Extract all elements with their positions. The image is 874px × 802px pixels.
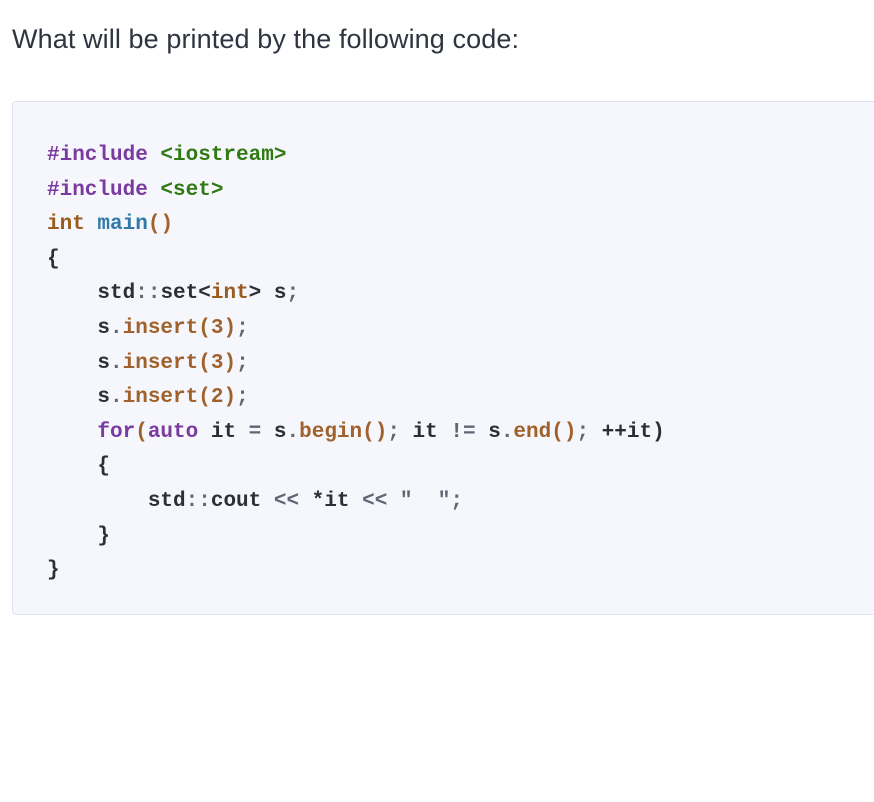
code-token: #include: [47, 144, 161, 167]
code-token: }: [47, 559, 60, 583]
code-token: ;: [236, 351, 249, 375]
code-token: (: [198, 316, 211, 340]
code-token: cout: [210, 489, 274, 513]
code-line: std::cout << *it << " ";: [47, 485, 665, 520]
code-token: s: [47, 386, 111, 410]
code-token: ;: [286, 282, 300, 306]
code-token: .: [110, 386, 123, 410]
code-token: 2: [210, 386, 224, 410]
code-token: (: [198, 386, 211, 410]
code-token: <set>: [160, 178, 224, 202]
code-token: ;: [236, 316, 249, 340]
code-line: s.insert(3);: [47, 312, 665, 347]
code-token: s: [47, 316, 111, 340]
code-token: ;: [387, 420, 400, 444]
code-token: ): [223, 351, 237, 375]
code-line: }: [47, 554, 665, 589]
code-token: main: [97, 213, 148, 237]
code-token: ::: [185, 489, 211, 513]
code-listing: #include <iostream> #include <set> int mai…: [47, 139, 665, 589]
code-token: (: [135, 420, 148, 444]
code-token: <<: [362, 489, 388, 513]
code-token: *it: [299, 489, 363, 513]
code-token: ::: [135, 282, 161, 306]
code-token: s: [475, 420, 501, 444]
code-token: {: [47, 247, 60, 271]
code-token: insert: [122, 316, 199, 340]
code-token: insert: [122, 386, 199, 410]
code-line: for(auto it = s.begin(); it != s.end(); …: [47, 416, 665, 451]
code-token: .: [110, 351, 123, 375]
code-token: s: [261, 420, 287, 444]
code-line: std::set<int> s;: [47, 277, 665, 312]
code-token: set: [160, 282, 199, 306]
code-token: it: [399, 420, 451, 444]
code-token: ): [223, 316, 237, 340]
code-line: #include <set>: [47, 174, 665, 209]
code-token: !=: [450, 420, 476, 444]
code-token: <iostream>: [160, 144, 287, 167]
code-token: }: [47, 524, 111, 548]
code-block: #include <iostream> #include <set> int mai…: [12, 101, 874, 615]
code-token: .: [500, 420, 514, 444]
code-token: int: [210, 282, 249, 306]
code-token: insert: [122, 351, 199, 375]
code-token: std: [47, 282, 136, 306]
code-token: ): [223, 386, 237, 410]
code-token: std: [47, 489, 186, 513]
code-token: begin: [299, 420, 363, 444]
code-token: (): [362, 420, 388, 444]
code-token: #include: [47, 178, 161, 202]
code-token: int: [47, 213, 98, 237]
code-token: for: [47, 420, 136, 444]
code-line: {: [47, 450, 665, 485]
code-line: s.insert(2);: [47, 381, 665, 416]
code-line: #include <iostream>: [47, 139, 665, 174]
code-token: it: [198, 420, 249, 444]
code-line: int main(): [47, 208, 665, 243]
code-token: ;: [576, 420, 590, 444]
code-line: {: [47, 243, 665, 278]
code-line: }: [47, 520, 665, 555]
code-token: " ";: [387, 489, 463, 513]
code-token: > s: [248, 282, 287, 306]
code-token: 3: [210, 351, 224, 375]
code-line: s.insert(3);: [47, 347, 665, 382]
code-token: .: [286, 420, 300, 444]
code-token: <: [198, 282, 211, 306]
code-token: end: [513, 420, 552, 444]
code-token: (: [198, 351, 211, 375]
code-token: s: [47, 351, 111, 375]
code-token: (): [551, 420, 577, 444]
code-token: ++it): [589, 420, 665, 444]
code-token: .: [110, 316, 123, 340]
code-token: ;: [236, 386, 249, 410]
question-text: What will be printed by the following co…: [12, 24, 520, 54]
code-token: 3: [210, 316, 224, 340]
code-token: {: [47, 455, 111, 479]
code-token: (): [147, 213, 174, 237]
code-token: <<: [273, 489, 300, 513]
code-token: auto: [147, 420, 199, 444]
code-token: =: [248, 420, 262, 444]
